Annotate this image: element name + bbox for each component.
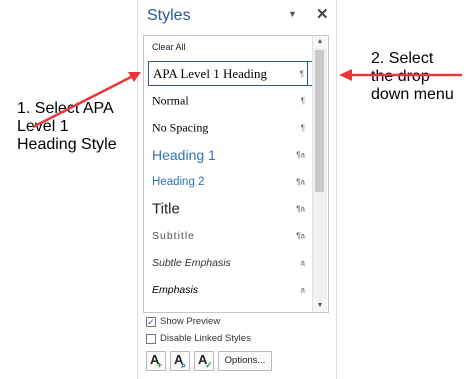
style-label: Subtle Emphasis: [152, 257, 231, 269]
pane-title: Styles: [147, 7, 191, 24]
styles-list-scrollbar[interactable]: ▲ ▼: [312, 36, 327, 312]
linked-style-icon: ¶a: [296, 177, 305, 187]
style-item-apa-level-1-heading[interactable]: APA Level 1 Heading ¶: [148, 61, 308, 86]
style-item-no-spacing[interactable]: No Spacing ¶: [148, 115, 308, 141]
style-label: Normal: [152, 93, 189, 108]
style-label: Title: [152, 200, 180, 218]
style-item-subtle-emphasis[interactable]: Subtle Emphasis a: [148, 250, 308, 276]
character-style-icon: a: [300, 258, 305, 268]
style-label: Emphasis: [152, 284, 199, 296]
style-inspector-button[interactable]: A ⌕: [170, 351, 190, 371]
style-item-normal[interactable]: Normal ¶: [148, 88, 308, 114]
style-label: APA Level 1 Heading: [153, 65, 267, 81]
scroll-down-arrow-icon[interactable]: ▼: [313, 300, 327, 312]
style-label: Heading 1: [152, 147, 216, 163]
unchecked-box-icon[interactable]: [146, 334, 156, 344]
manage-styles-button[interactable]: A ✓: [194, 351, 214, 371]
annotation-step-1: 1. Select APA Level 1 Heading Style: [17, 100, 117, 153]
annotation-step-2: 2. Select the drop down menu: [371, 50, 454, 103]
linked-style-icon: ¶a: [296, 231, 305, 241]
style-label: Subtitle: [152, 230, 196, 242]
linked-style-icon: ¶a: [296, 150, 305, 160]
paragraph-mark-icon: ¶: [300, 96, 305, 106]
styles-list[interactable]: Clear All APA Level 1 Heading ¶ ▼ Normal…: [143, 35, 329, 313]
style-label: No Spacing: [152, 120, 209, 135]
show-preview-label: Show Preview: [160, 316, 221, 327]
scroll-thumb[interactable]: [315, 50, 324, 192]
new-style-button[interactable]: A +: [146, 351, 166, 371]
style-label: Heading 2: [152, 176, 205, 188]
show-preview-checkbox[interactable]: ✓ Show Preview: [146, 316, 336, 330]
style-item-heading-2[interactable]: Heading 2 ¶a: [148, 169, 308, 195]
pane-options-dropdown-icon[interactable]: ▼: [288, 9, 297, 19]
character-style-icon: a: [300, 285, 305, 295]
checkmark-icon[interactable]: ✓: [146, 317, 156, 327]
style-item-title[interactable]: Title ¶a: [148, 196, 308, 222]
disable-linked-styles-checkbox[interactable]: Disable Linked Styles: [146, 333, 336, 347]
style-item-heading-1[interactable]: Heading 1 ¶a: [148, 142, 308, 168]
paragraph-mark-icon: ¶: [300, 123, 305, 133]
clear-all-item[interactable]: Clear All: [152, 42, 186, 52]
paragraph-mark-icon: ¶: [299, 69, 304, 78]
close-icon[interactable]: ✕: [316, 5, 329, 23]
styles-pane: Styles ▼ ✕ Clear All APA Level 1 Heading…: [137, 0, 337, 379]
linked-style-icon: ¶a: [296, 204, 305, 214]
options-button[interactable]: Options...: [218, 351, 272, 371]
disable-linked-styles-label: Disable Linked Styles: [160, 333, 251, 344]
style-item-emphasis[interactable]: Emphasis a: [148, 277, 308, 303]
style-item-subtitle[interactable]: Subtitle ¶a: [148, 223, 308, 249]
arrowhead-to-dropdown: [339, 69, 352, 81]
scroll-up-arrow-icon[interactable]: ▲: [313, 36, 327, 48]
